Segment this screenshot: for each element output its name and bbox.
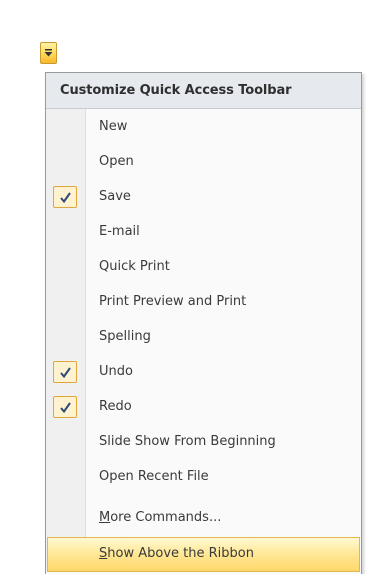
menu-item-label: Show Above the Ribbon [99,546,254,561]
menu-item-new[interactable]: New [47,110,360,145]
menu-item-label: Undo [99,364,133,379]
customize-qat-menu: Customize Quick Access Toolbar New Open … [45,72,362,574]
menu-item-label: Slide Show From Beginning [99,434,276,449]
chevron-down-icon [44,49,53,57]
menu-item-label: Print Preview and Print [99,294,247,309]
menu-item-quick-print[interactable]: Quick Print [47,250,360,285]
menu-item-more-commands[interactable]: More Commands... [47,501,360,536]
checkmark-icon [60,192,71,204]
checkmark-icon [60,367,71,379]
menu-header-title: Customize Quick Access Toolbar [60,83,292,98]
menu-item-label: Save [99,189,131,204]
menu-item-print-preview[interactable]: Print Preview and Print [47,285,360,320]
menu-item-label: Quick Print [99,259,170,274]
customize-qat-dropdown-button[interactable] [40,42,57,64]
menu-item-undo[interactable]: Undo [47,355,360,390]
menu-item-slide-show[interactable]: Slide Show From Beginning [47,425,360,460]
menu-item-label: New [99,119,128,134]
check-indicator [53,186,77,208]
menu-item-open[interactable]: Open [47,145,360,180]
menu-item-label: More Commands... [99,510,222,525]
menu-item-label: Spelling [99,329,151,344]
menu-item-open-recent[interactable]: Open Recent File [47,460,360,495]
menu-item-spelling[interactable]: Spelling [47,320,360,355]
menu-item-label: Redo [99,399,132,414]
menu-item-show-above-ribbon[interactable]: Show Above the Ribbon [47,537,360,572]
menu-item-save[interactable]: Save [47,180,360,215]
menu-item-label: Open [99,154,134,169]
menu-header: Customize Quick Access Toolbar [46,73,361,109]
check-indicator [53,396,77,418]
check-indicator [53,361,77,383]
menu-item-label: E-mail [99,224,140,239]
checkmark-icon [60,402,71,414]
menu-item-email[interactable]: E-mail [47,215,360,250]
menu-item-redo[interactable]: Redo [47,390,360,425]
menu-item-label: Open Recent File [99,469,209,484]
